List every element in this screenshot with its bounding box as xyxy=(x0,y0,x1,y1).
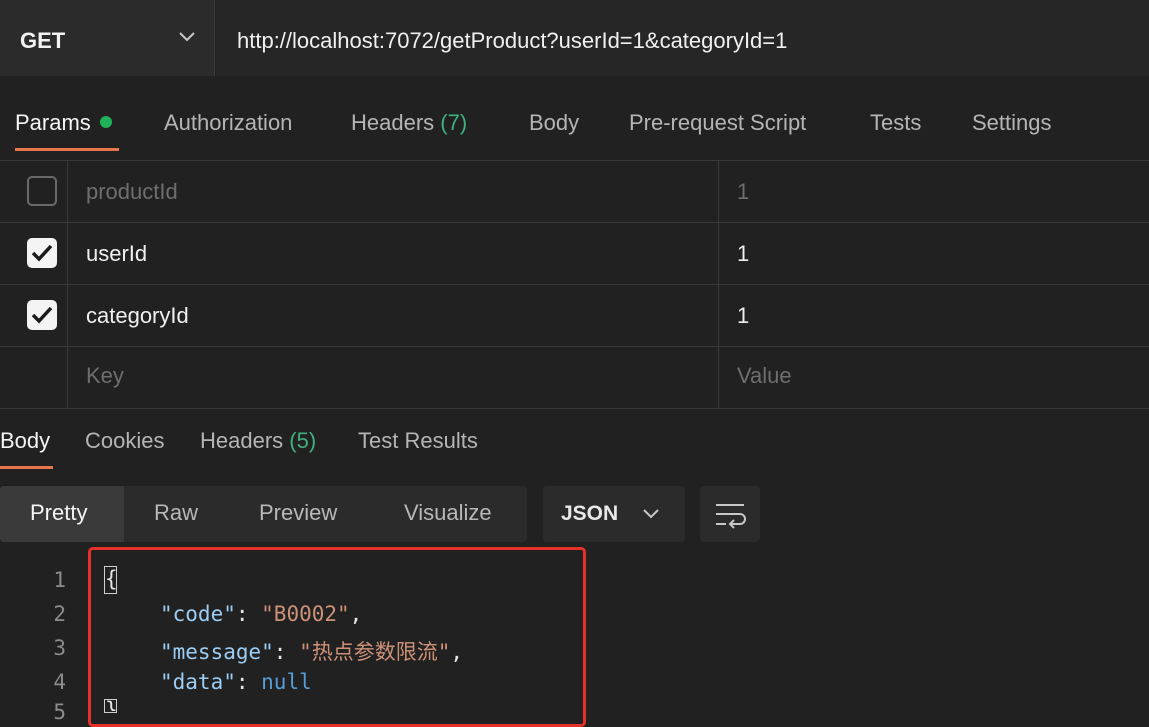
highlight-annotation-box xyxy=(88,547,586,727)
wrap-lines-button[interactable] xyxy=(700,486,760,542)
method-label: GET xyxy=(20,28,66,53)
tab-headers-label: Headers xyxy=(351,110,435,135)
divider xyxy=(0,222,1149,223)
language-label: JSON xyxy=(561,502,619,525)
param-checkbox-userid[interactable] xyxy=(27,238,57,268)
tab-response-body-underline xyxy=(0,466,53,469)
tab-response-body[interactable]: Body xyxy=(0,428,50,454)
wrap-lines-icon xyxy=(716,504,746,529)
param-key-productid[interactable]: productId xyxy=(86,179,178,205)
param-key-userid[interactable]: userId xyxy=(86,241,147,267)
param-value-productid[interactable]: 1 xyxy=(737,179,749,205)
check-icon xyxy=(31,244,53,262)
tab-body[interactable]: Body xyxy=(529,110,579,136)
url-text: http://localhost:7072/getProduct?userId=… xyxy=(237,28,788,53)
format-raw-button[interactable]: Raw xyxy=(154,500,198,526)
chevron-down-icon[interactable] xyxy=(178,30,196,44)
line-number: 2 xyxy=(53,602,66,626)
tab-settings[interactable]: Settings xyxy=(972,110,1052,136)
line-number: 5 xyxy=(53,700,66,724)
param-key-categoryid[interactable]: categoryId xyxy=(86,303,189,329)
divider xyxy=(0,160,1149,161)
divider xyxy=(0,284,1149,285)
tab-response-headers-label: Headers xyxy=(200,428,284,453)
tab-params-underline xyxy=(15,148,119,151)
line-number: 3 xyxy=(53,636,66,660)
param-value-categoryid[interactable]: 1 xyxy=(737,303,749,329)
tab-headers[interactable]: Headers (7) xyxy=(351,110,467,136)
tab-response-headers[interactable]: Headers (5) xyxy=(200,428,316,454)
tab-headers-count: (7) xyxy=(440,110,468,135)
tab-test-results[interactable]: Test Results xyxy=(358,428,478,454)
format-preview-button[interactable]: Preview xyxy=(259,500,337,526)
param-checkbox-categoryid[interactable] xyxy=(27,300,57,330)
column-divider xyxy=(718,160,719,408)
new-param-key-input[interactable]: Key xyxy=(86,363,124,389)
column-divider xyxy=(67,160,68,408)
divider xyxy=(0,408,1149,409)
tab-prerequest-script[interactable]: Pre-request Script xyxy=(629,110,806,136)
tab-params[interactable]: Params xyxy=(15,110,112,136)
params-active-dot xyxy=(99,116,112,128)
tab-authorization[interactable]: Authorization xyxy=(164,110,292,136)
line-number: 1 xyxy=(53,568,66,592)
tab-tests[interactable]: Tests xyxy=(870,110,921,136)
tab-cookies[interactable]: Cookies xyxy=(85,428,164,454)
new-param-value-input[interactable]: Value xyxy=(737,363,792,389)
chevron-down-icon xyxy=(643,509,659,519)
divider xyxy=(0,346,1149,347)
format-pretty-button[interactable]: Pretty xyxy=(30,500,87,526)
format-visualize-button[interactable]: Visualize xyxy=(404,500,492,526)
param-value-userid[interactable]: 1 xyxy=(737,241,749,267)
line-number: 4 xyxy=(53,670,66,694)
tab-params-label: Params xyxy=(15,110,91,135)
tab-response-headers-count: (5) xyxy=(289,428,317,453)
check-icon xyxy=(31,306,53,324)
param-checkbox-productid[interactable] xyxy=(27,176,57,206)
